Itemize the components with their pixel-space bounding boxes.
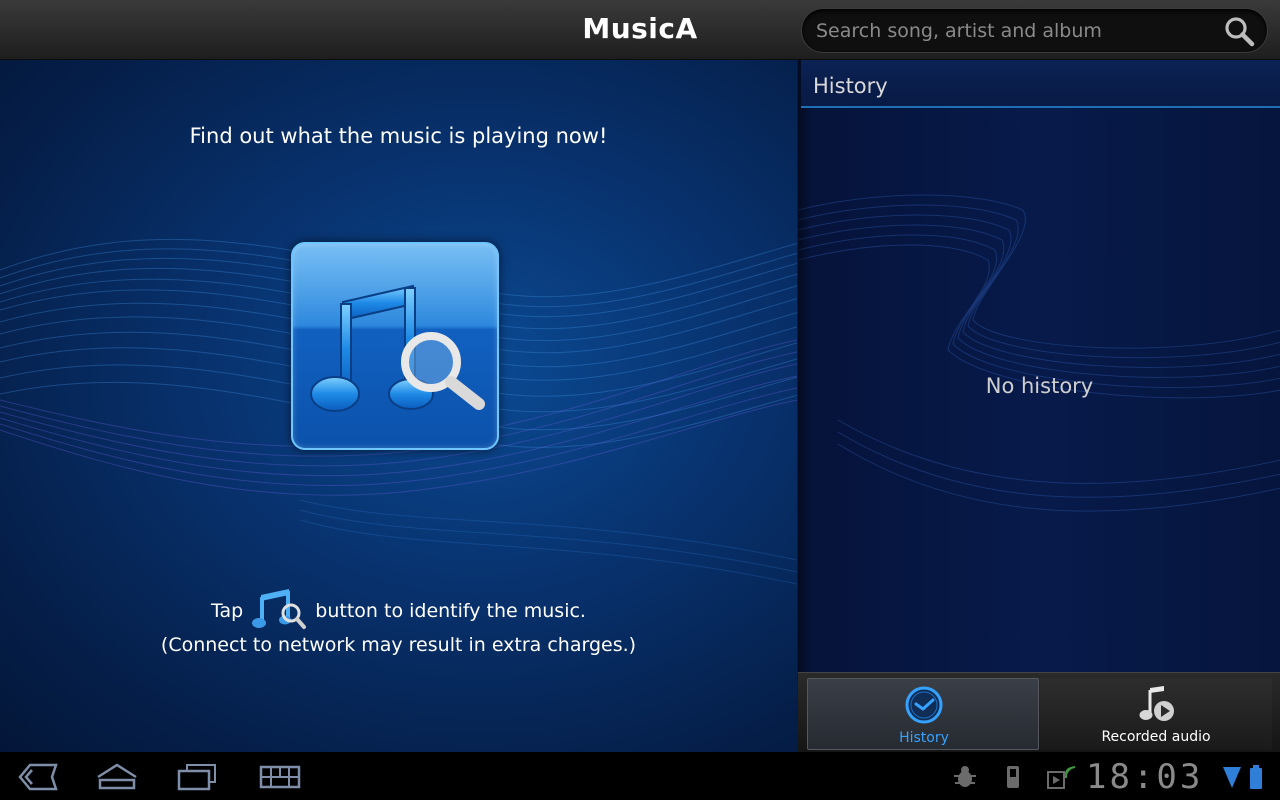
search-input[interactable] (816, 15, 1216, 47)
keyboard-icon[interactable] (258, 762, 302, 792)
battery-icon (1248, 764, 1274, 790)
history-panel: History No history History Recorded audi… (797, 60, 1280, 752)
search-icon[interactable] (1222, 14, 1258, 48)
home-icon[interactable] (95, 762, 139, 792)
debug-icon (952, 764, 978, 790)
history-title: History (813, 74, 888, 98)
music-play-icon (1139, 686, 1174, 721)
app-title: MusicA (582, 12, 698, 45)
tab-recorded-audio[interactable]: Recorded audio (1040, 678, 1272, 750)
action-bar: MusicA (0, 0, 1280, 60)
identify-panel: Find out what the music is playing now! (0, 60, 797, 752)
wave-background (798, 194, 1280, 512)
tab-bar: History Recorded audio (798, 672, 1280, 752)
history-header: History (801, 60, 1280, 108)
tap-hint-prefix: Tap (211, 600, 244, 622)
system-bar: 18:03 (0, 752, 1280, 800)
tap-hint: Tap button to identify the music. (0, 586, 797, 636)
music-note-search-icon (251, 587, 307, 631)
music-note-search-icon (293, 244, 497, 412)
clock: 18:03 (1086, 757, 1204, 797)
headline: Find out what the music is playing now! (189, 124, 608, 148)
panel-shadow (798, 60, 812, 752)
tab-history[interactable]: History (807, 678, 1039, 750)
empty-history-text: No history (985, 374, 1094, 398)
identify-music-button[interactable] (291, 242, 499, 450)
usb-icon (1000, 764, 1026, 790)
tab-history-label: History (899, 730, 949, 746)
media-icon (1046, 764, 1076, 790)
wifi-icon (1222, 764, 1248, 790)
recent-apps-icon[interactable] (176, 762, 220, 792)
tab-recorded-audio-label: Recorded audio (1101, 729, 1211, 745)
back-icon[interactable] (16, 762, 60, 792)
clock-icon (905, 686, 943, 724)
network-charge-note: (Connect to network may result in extra … (160, 634, 637, 656)
tap-hint-suffix: button to identify the music. (315, 600, 586, 622)
search-box[interactable] (801, 8, 1268, 53)
